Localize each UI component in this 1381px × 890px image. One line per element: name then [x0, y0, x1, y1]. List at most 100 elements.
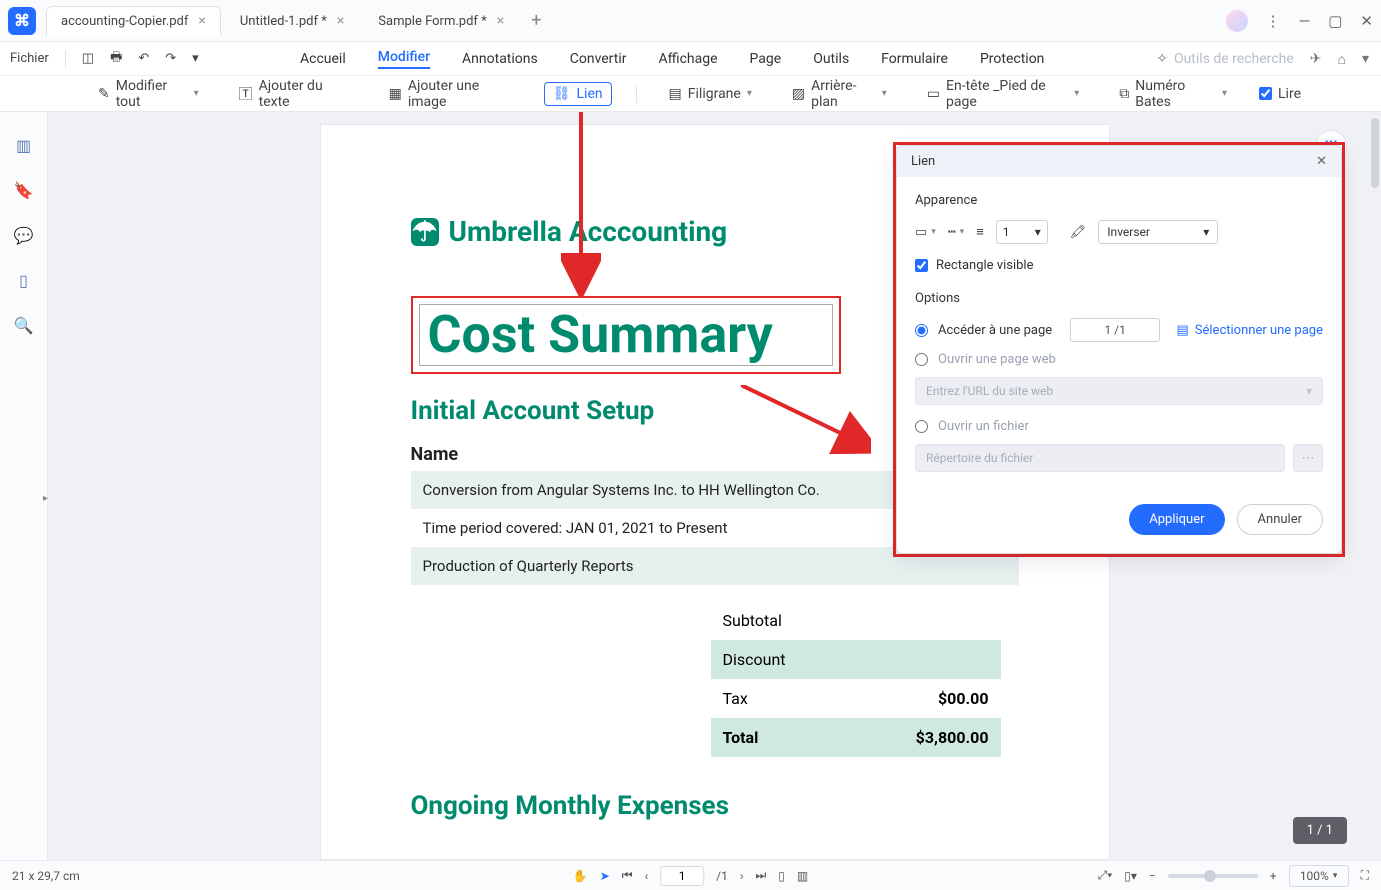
quickbar-dropdown-icon[interactable]: ▾ [192, 51, 199, 66]
first-page-icon[interactable]: ⏮ [622, 868, 633, 883]
tab-3[interactable]: Sample Form.pdf * × [363, 6, 519, 36]
comment-icon[interactable]: 💬 [14, 226, 34, 245]
next-page-icon[interactable]: › [740, 869, 744, 883]
border-style-dropdown[interactable]: ┅▾ [948, 225, 964, 240]
tab-1[interactable]: accounting-Copier.pdf × [46, 6, 221, 36]
menu-accueil[interactable]: Accueil [300, 51, 346, 67]
app-logo: ⌘ [8, 7, 36, 35]
highlight-icon: 🖍 [1070, 225, 1087, 240]
tab-1-label: accounting-Copier.pdf [61, 14, 188, 29]
chevron-down-icon: ▾ [882, 88, 887, 99]
print-icon[interactable]: 🖶 [110, 48, 122, 70]
bates-icon: ⧉ [1119, 86, 1129, 102]
titlebar: ⌘ accounting-Copier.pdf × Untitled-1.pdf … [0, 0, 1381, 42]
tab-2[interactable]: Untitled-1.pdf * × [225, 6, 359, 36]
scrollbar-thumb[interactable] [1371, 118, 1379, 188]
tab-2-label: Untitled-1.pdf * [240, 14, 327, 29]
menu-chevron-icon[interactable]: ▾ [1362, 51, 1369, 67]
goto-page-label: Accéder à une page [938, 323, 1052, 338]
cancel-button[interactable]: Annuler [1237, 504, 1323, 535]
window-close[interactable]: ✕ [1360, 12, 1373, 30]
single-page-icon[interactable]: ▯ [778, 869, 785, 883]
page-number-input[interactable] [660, 866, 704, 886]
last-page-icon[interactable]: ⏭ [755, 868, 766, 883]
menu-outils[interactable]: Outils [813, 51, 849, 67]
apply-button[interactable]: Appliquer [1129, 504, 1224, 535]
select-tool-icon[interactable]: ➤ [600, 869, 610, 883]
select-page-link[interactable]: ▤Sélectionner une page [1176, 323, 1323, 338]
panel-close-button[interactable]: ✕ [1316, 154, 1327, 169]
menu-modifier[interactable]: Modifier [378, 49, 430, 69]
filigrane-button[interactable]: ▤Filigrane▾ [661, 83, 760, 105]
open-icon[interactable]: ◫ [82, 51, 94, 66]
section-options: Options [915, 291, 1323, 306]
watermark-icon: ▤ [669, 86, 682, 102]
open-file-radio[interactable] [915, 420, 928, 433]
continuous-page-icon[interactable]: ▥ [797, 869, 808, 883]
open-web-radio[interactable] [915, 353, 928, 366]
prev-page-icon[interactable]: ‹ [645, 869, 649, 883]
lien-button[interactable]: ⛓Lien [544, 82, 612, 106]
attachment-icon[interactable]: ▯ [19, 271, 28, 290]
arriere-plan-button[interactable]: ▨Arrière-plan▾ [784, 75, 895, 113]
window-menu-icon[interactable]: ⋮ [1266, 12, 1281, 30]
goto-page-input[interactable]: 1 /1 [1070, 318, 1160, 342]
lire-checkbox[interactable] [1259, 87, 1272, 100]
header-icon: ▭ [927, 86, 940, 102]
sparkle-icon: ✧ [1156, 51, 1168, 67]
menu-protection[interactable]: Protection [980, 51, 1044, 67]
tab-3-label: Sample Form.pdf * [378, 14, 486, 29]
menu-convertir[interactable]: Convertir [570, 51, 627, 67]
rectangle-visible-check[interactable]: Rectangle visible [915, 258, 1323, 273]
background-icon: ▨ [792, 86, 805, 102]
tax-value: $00.00 [938, 689, 989, 708]
file-path-input: Répertoire du fichier [915, 444, 1285, 472]
browse-file-button[interactable]: ⋯ [1293, 444, 1323, 472]
total-label: Total [723, 728, 759, 747]
redo-icon[interactable]: ↷ [165, 51, 176, 66]
link-icon: ⛓ [553, 86, 571, 102]
modifier-tout-button[interactable]: ✎Modifier tout▾ [90, 75, 207, 113]
umbrella-icon: ☂ [411, 218, 439, 246]
zoom-in-icon[interactable]: + [1270, 869, 1277, 883]
send-icon[interactable]: ✈ [1310, 51, 1322, 67]
numero-bates-button[interactable]: ⧉Numéro Bates▾ [1111, 75, 1235, 113]
ajouter-image-button[interactable]: ▦Ajouter une image [381, 75, 520, 113]
user-avatar[interactable] [1226, 10, 1248, 32]
hand-tool-icon[interactable]: ✋ [573, 869, 588, 883]
tab-3-close[interactable]: × [497, 13, 504, 29]
new-tab-button[interactable]: + [523, 10, 549, 31]
zoom-slider[interactable] [1168, 874, 1258, 878]
subtotal-label: Subtotal [723, 611, 782, 630]
search-tools[interactable]: ✧Outils de recherche [1156, 51, 1294, 67]
link-selection-highlight[interactable]: Cost Summary [411, 296, 841, 374]
menu-annotations[interactable]: Annotations [462, 51, 538, 67]
file-menu[interactable]: Fichier [10, 51, 49, 66]
home-icon[interactable]: ⌂ [1338, 51, 1346, 68]
menu-formulaire[interactable]: Formulaire [881, 51, 948, 67]
search-icon[interactable]: 🔍 [14, 316, 34, 335]
goto-page-radio[interactable] [915, 324, 928, 337]
tab-1-close[interactable]: × [198, 13, 205, 29]
thumbnails-icon[interactable]: ▥ [16, 136, 31, 155]
thickness-select[interactable]: 1▾ [996, 220, 1048, 244]
invert-select[interactable]: Inverser▾ [1098, 220, 1218, 244]
annotation-arrow-down [561, 112, 601, 297]
entete-button[interactable]: ▭En-tête _Pied de page▾ [919, 75, 1087, 113]
zoom-value[interactable]: 100%▾ [1289, 865, 1349, 887]
statusbar: 21 x 29,7 cm ✋ ➤ ⏮ ‹ /1 › ⏭ ▯ ▥ ⤢▾ ▯▾ − … [0, 860, 1381, 890]
tab-2-close[interactable]: × [337, 13, 344, 29]
fit-width-icon[interactable]: ⤢▾ [1098, 868, 1113, 883]
bookmark-icon[interactable]: 🔖 [14, 181, 34, 200]
zoom-out-icon[interactable]: − [1149, 869, 1156, 883]
vertical-scrollbar[interactable] [1367, 112, 1381, 860]
view-mode-icon[interactable]: ▯▾ [1124, 869, 1137, 883]
window-maximize[interactable]: ▢ [1328, 12, 1342, 30]
fullscreen-icon[interactable]: ⛶ [1361, 868, 1369, 883]
border-color-dropdown[interactable]: ▭▾ [915, 225, 936, 240]
window-minimize[interactable]: — [1299, 12, 1311, 30]
ajouter-texte-button[interactable]: 🅃Ajouter du texte [231, 75, 357, 113]
menu-affichage[interactable]: Affichage [659, 51, 718, 67]
menu-page[interactable]: Page [750, 51, 782, 67]
undo-icon[interactable]: ↶ [138, 51, 149, 66]
